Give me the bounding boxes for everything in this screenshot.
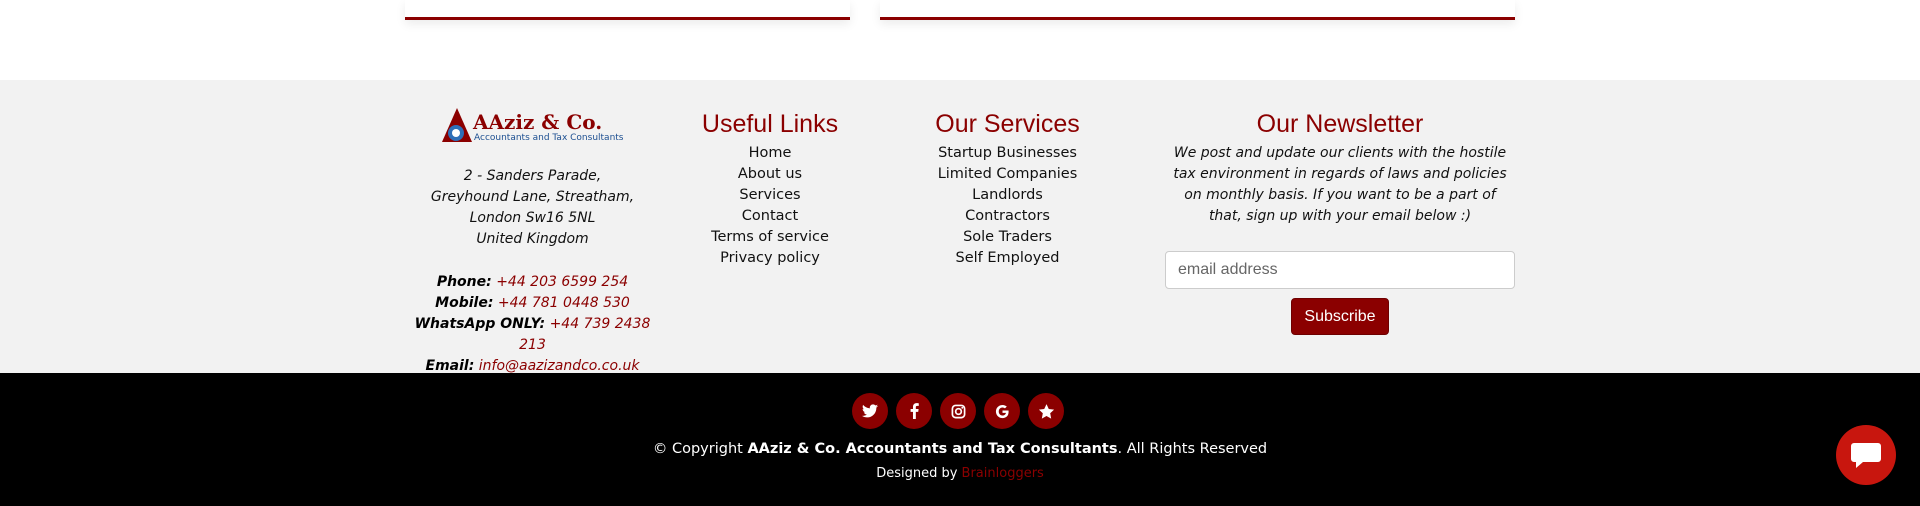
social-links xyxy=(852,393,1064,429)
useful-links-section: Useful Links Home About us Services Cont… xyxy=(690,110,850,269)
address-line: 2 - Sanders Parade, xyxy=(463,168,602,184)
company-logo[interactable]: AAziz & Co. Accountants and Tax Consulta… xyxy=(441,108,624,148)
email-link[interactable]: info@aazizandco.co.uk xyxy=(479,358,640,374)
service-link-limited[interactable]: Limited Companies xyxy=(920,164,1095,185)
service-link-landlords[interactable]: Landlords xyxy=(920,185,1095,206)
footer-link-terms[interactable]: Terms of service xyxy=(690,227,850,248)
mobile-link[interactable]: +44 781 0448 530 xyxy=(498,295,630,311)
twitter-icon[interactable] xyxy=(852,393,888,429)
newsletter-title: Our Newsletter xyxy=(1256,110,1424,138)
footer-link-home[interactable]: Home xyxy=(690,143,850,164)
phone-label: Phone: xyxy=(436,274,492,290)
copyright-text: © Copyright AAziz & Co. Accountants and … xyxy=(0,441,1920,457)
footer-link-about[interactable]: About us xyxy=(690,164,850,185)
newsletter-description: We post and update our clients with the … xyxy=(1173,145,1507,224)
copyright-suffix: . All Rights Reserved xyxy=(1117,441,1268,457)
copyright-company: AAziz & Co. Accountants and Tax Consulta… xyxy=(747,441,1118,457)
email-label: Email: xyxy=(425,358,475,374)
content-card xyxy=(880,0,1515,20)
logo-brand-name: AAziz & Co. xyxy=(473,110,603,134)
content-card xyxy=(405,0,850,20)
footer: AAziz & Co. Accountants and Tax Consulta… xyxy=(0,80,1920,374)
useful-links-title: Useful Links xyxy=(701,110,839,138)
designed-by-prefix: Designed by xyxy=(876,466,962,481)
newsletter-email-input[interactable] xyxy=(1165,251,1515,289)
star-icon[interactable] xyxy=(1028,393,1064,429)
newsletter-section: Our Newsletter We post and update our cl… xyxy=(1160,110,1520,227)
service-link-contractors[interactable]: Contractors xyxy=(920,206,1095,227)
copyright-prefix: © Copyright xyxy=(652,441,748,457)
mobile-label: Mobile: xyxy=(435,295,494,311)
service-link-startup[interactable]: Startup Businesses xyxy=(920,143,1095,164)
address-line: London Sw16 5NL xyxy=(469,210,596,226)
google-icon[interactable] xyxy=(984,393,1020,429)
address-block: 2 - Sanders Parade, Greyhound Lane, Stre… xyxy=(405,166,660,250)
logo-mark-icon xyxy=(442,108,472,142)
whatsapp-label: WhatsApp ONLY: xyxy=(414,316,546,332)
subscribe-button[interactable]: Subscribe xyxy=(1291,298,1389,335)
chat-widget-button[interactable] xyxy=(1836,425,1896,485)
instagram-icon[interactable] xyxy=(940,393,976,429)
facebook-icon[interactable] xyxy=(896,393,932,429)
service-link-sole-traders[interactable]: Sole Traders xyxy=(920,227,1095,248)
services-title: Our Services xyxy=(935,110,1080,138)
designed-by: Designed by Brainloggers xyxy=(0,466,1920,481)
address-line: Greyhound Lane, Streatham, xyxy=(430,189,635,205)
address-line: United Kingdom xyxy=(476,231,589,247)
top-section xyxy=(0,0,1920,80)
footer-link-privacy[interactable]: Privacy policy xyxy=(690,248,850,269)
services-section: Our Services Startup Businesses Limited … xyxy=(920,110,1095,269)
footer-link-contact[interactable]: Contact xyxy=(690,206,850,227)
developer-link[interactable]: Brainloggers xyxy=(962,466,1044,481)
chat-bubble-icon xyxy=(1851,443,1881,468)
logo-tagline: Accountants and Tax Consultants xyxy=(474,133,624,143)
contact-block: Phone: +44 203 6599 254 Mobile: +44 781 … xyxy=(405,272,660,377)
service-link-self-employed[interactable]: Self Employed xyxy=(920,248,1095,269)
footer-link-services[interactable]: Services xyxy=(690,185,850,206)
phone-link[interactable]: +44 203 6599 254 xyxy=(496,274,628,290)
bottom-bar: © Copyright AAziz & Co. Accountants and … xyxy=(0,373,1920,506)
